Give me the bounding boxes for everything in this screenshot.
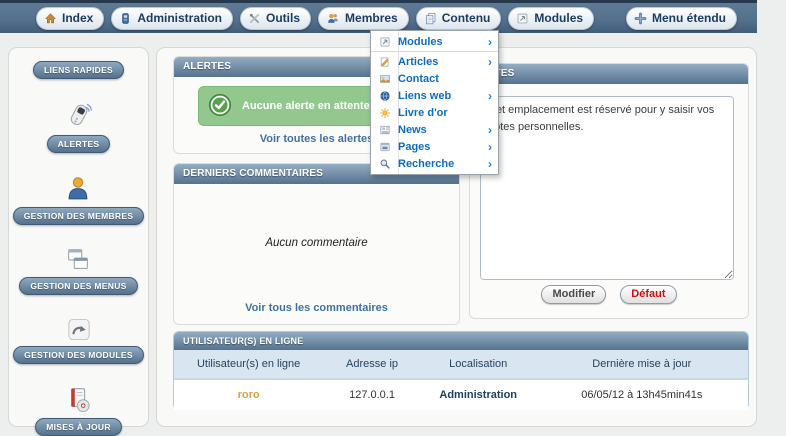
check-circle-icon	[208, 93, 232, 120]
notes-buttons-row: Modifier Défaut	[470, 285, 748, 304]
menu-item-news[interactable]: News ›	[371, 121, 498, 138]
quick-links-sidebar: LIENS RAPIDES ALERTES GESTION DES MEMBRE…	[8, 47, 149, 427]
nav-item-label: Index	[62, 11, 93, 25]
menu-separator	[371, 51, 498, 52]
content-icon	[424, 12, 437, 25]
submenu-arrow-icon: ›	[488, 141, 492, 153]
menu-item-contact[interactable]: Contact	[371, 70, 498, 87]
member-person-icon	[63, 174, 93, 204]
home-icon	[44, 12, 57, 25]
modules-dropdown-menu: Modules › Articles › Contact Liens web ›…	[370, 30, 499, 175]
top-navbar: Index Administration Outils Membres Cont…	[0, 0, 757, 33]
notes-panel-header: NOTES	[470, 64, 748, 84]
sidebar-item-alertes[interactable]: ALERTES	[47, 100, 111, 153]
comments-panel: DERNIERS COMMENTAIRES Aucun commentaire …	[173, 163, 460, 325]
nav-item-modules[interactable]: Modules	[508, 7, 594, 30]
last-update-cell: 06/05/12 à 13h45min41s	[536, 379, 748, 410]
location-cell: Administration	[421, 379, 536, 410]
menu-item-recherche[interactable]: Recherche ›	[371, 155, 498, 172]
page-window-icon	[371, 141, 398, 153]
submenu-arrow-icon: ›	[488, 56, 492, 68]
nav-item-outils[interactable]: Outils	[240, 7, 311, 30]
online-users-panel: UTILISATEUR(S) EN LIGNE Utilisateur(s) e…	[173, 331, 749, 410]
notes-textarea[interactable]: Cet emplacement est réservé pour y saisi…	[480, 96, 734, 280]
menu-item-livre-dor[interactable]: Livre d'or	[371, 104, 498, 121]
globe-icon	[371, 90, 398, 102]
table-header-row: Utilisateur(s) en ligne Adresse ip Local…	[174, 350, 748, 379]
sun-icon	[371, 107, 398, 119]
sidebar-item-label: GESTION DES MODULES	[13, 346, 144, 364]
update-disc-icon	[64, 385, 94, 415]
admin-icon	[119, 12, 132, 25]
menu-item-label: Recherche	[398, 158, 454, 170]
module-arrow-icon	[65, 316, 93, 343]
menu-item-articles[interactable]: Articles ›	[371, 53, 498, 70]
menu-item-label: Liens web	[398, 90, 451, 102]
view-all-comments-link[interactable]: Voir tous les commentaires	[174, 302, 459, 314]
menu-item-label: Livre d'or	[398, 107, 448, 119]
column-header-user: Utilisateur(s) en ligne	[174, 350, 323, 379]
sidebar-item-label: GESTION DES MENUS	[19, 277, 137, 295]
online-users-header: UTILISATEUR(S) EN LIGNE	[174, 332, 748, 350]
column-header-ip: Adresse ip	[323, 350, 421, 379]
sidebar-item-label: GESTION DES MEMBRES	[13, 207, 145, 225]
menu-item-liens-web[interactable]: Liens web ›	[371, 87, 498, 104]
nav-item-label: Membres	[345, 11, 398, 25]
default-button[interactable]: Défaut	[620, 285, 676, 304]
modules-icon	[371, 36, 398, 48]
sidebar-item-gestion-modules[interactable]: GESTION DES MODULES	[13, 316, 144, 364]
sidebar-item-gestion-menus[interactable]: GESTION DES MENUS	[19, 246, 137, 295]
submenu-arrow-icon: ›	[488, 158, 492, 170]
nav-item-label: Contenu	[442, 11, 491, 25]
nav-item-label: Modules	[534, 11, 583, 25]
menu-item-label: Modules	[398, 36, 443, 48]
modify-button[interactable]: Modifier	[541, 285, 606, 304]
sidebar-item-gestion-membres[interactable]: GESTION DES MEMBRES	[13, 174, 145, 225]
alert-message: Aucune alerte en attente	[242, 100, 370, 112]
comments-body: Aucun commentaire Voir tous les commenta…	[174, 184, 459, 324]
nav-item-label: Administration	[137, 11, 222, 25]
table-row: roro 127.0.0.1 Administration 06/05/12 à…	[174, 379, 748, 410]
submenu-arrow-icon: ›	[488, 124, 492, 136]
sidebar-item-mises-a-jour[interactable]: MISES À JOUR	[35, 385, 122, 436]
admin-dashboard: Index Administration Outils Membres Cont…	[0, 0, 786, 436]
menu-item-pages[interactable]: Pages ›	[371, 138, 498, 155]
nav-items: Index Administration Outils Membres Cont…	[36, 7, 594, 30]
plus-icon	[634, 12, 647, 25]
column-header-last-update: Dernière mise à jour	[536, 350, 748, 379]
sidebar-title: LIENS RAPIDES	[33, 61, 124, 79]
nav-item-membres[interactable]: Membres	[318, 7, 409, 30]
members-icon	[326, 12, 340, 25]
nav-item-index[interactable]: Index	[36, 7, 104, 30]
modules-icon	[516, 12, 529, 25]
menu-item-label: News	[398, 124, 427, 136]
notes-panel: NOTES Cet emplacement est réservé pour y…	[469, 63, 749, 319]
ip-address-cell: 127.0.0.1	[323, 379, 421, 410]
online-users-table: Utilisateur(s) en ligne Adresse ip Local…	[174, 350, 748, 410]
sidebar-item-label: MISES À JOUR	[35, 418, 122, 436]
submenu-arrow-icon: ›	[488, 90, 492, 102]
extended-menu-button[interactable]: Menu étendu	[626, 7, 737, 30]
nav-item-label: Outils	[266, 11, 300, 25]
sidebar-item-label: ALERTES	[47, 135, 111, 153]
newspaper-icon	[371, 124, 398, 136]
user-name-cell[interactable]: roro	[174, 379, 323, 410]
no-comment-message: Aucun commentaire	[174, 184, 459, 302]
menu-item-label: Articles	[398, 56, 438, 68]
menu-item-modules[interactable]: Modules ›	[371, 33, 498, 50]
menu-item-label: Contact	[398, 73, 439, 85]
windows-stack-icon	[63, 246, 93, 274]
article-pencil-icon	[371, 56, 398, 68]
search-icon	[371, 158, 398, 170]
extended-menu-label: Menu étendu	[652, 11, 726, 25]
pager-alert-icon	[62, 100, 96, 132]
tools-icon	[248, 12, 261, 25]
column-header-location: Localisation	[421, 350, 536, 379]
menu-item-label: Pages	[398, 141, 430, 153]
submenu-arrow-icon: ›	[488, 36, 492, 48]
contact-icon	[371, 73, 398, 85]
nav-item-contenu[interactable]: Contenu	[416, 7, 502, 30]
nav-item-administration[interactable]: Administration	[111, 7, 233, 30]
